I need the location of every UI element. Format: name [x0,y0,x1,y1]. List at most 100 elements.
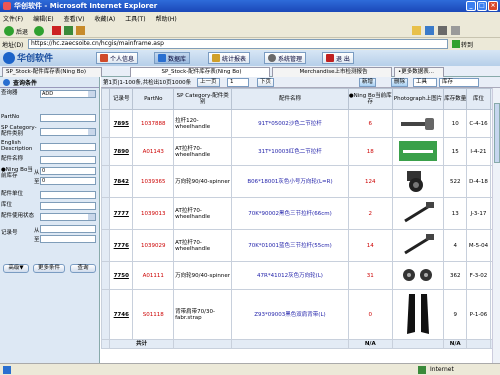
back-label[interactable]: 后退 [16,27,28,36]
part-photo[interactable] [399,265,437,287]
print-icon[interactable] [451,26,460,35]
table-row[interactable]: 7750 A01111 万向轮90/40-spinner 47R*41012灰色万向轮… [100,261,500,290]
part-photo[interactable] [398,140,437,163]
part-name: 70K*90002黑色三节拉杆(66cm) [231,197,349,230]
partno-input[interactable] [40,114,96,122]
category-select[interactable] [40,128,96,136]
nav-logout[interactable]: 退 出 [322,52,354,64]
column-header[interactable]: PartNo [132,88,175,110]
prev-page-button[interactable]: 上一页 [197,78,220,87]
refresh-icon[interactable] [64,26,73,35]
favorites-icon[interactable] [412,26,421,35]
browser-window: 华创软件 - Microsoft Internet Explorer _ □ ×… [0,0,500,375]
column-header[interactable]: 库存数量 [443,88,468,110]
column-header[interactable]: 配件名称 [231,88,349,110]
ningbo-to-input[interactable]: 0 [40,177,96,185]
home-icon[interactable] [76,26,85,35]
delete-button[interactable]: 删除 [391,78,409,87]
tab-merchandise[interactable]: Merchandise上市检测报告 [272,67,392,77]
part-photo[interactable] [399,113,437,135]
part-photo[interactable] [399,292,437,338]
category: AT拉杆70-wheelhandle [173,137,233,166]
menu-view[interactable]: 查看(V) [64,14,85,23]
table-row[interactable]: 7842 1039365 万向轮90/40-spinner B06*18001灰色小号… [100,165,500,198]
page-select[interactable]: 1 [227,78,249,87]
part-photo[interactable] [399,233,437,259]
record-id[interactable]: 7750 [109,261,134,290]
ie-toolbar: 后退 [0,24,500,38]
new-button[interactable]: 新增 [359,78,377,87]
record-to-input[interactable] [40,235,96,243]
nav-database[interactable]: 数据库 [154,52,191,64]
column-header[interactable]: 库位 [466,88,491,110]
forward-icon[interactable] [34,26,45,36]
next-page-button[interactable]: 下页 [257,78,275,87]
row-checkbox [100,109,111,138]
nav-reports[interactable]: 统计报表 [208,52,251,64]
category: AT拉杆70-wheelhandle [173,229,233,262]
ningbo-from-input[interactable]: 0 [40,167,96,175]
close-button[interactable]: × [488,1,498,11]
menu-favorites[interactable]: 收藏(A) [94,14,115,23]
unit-input[interactable] [40,191,96,199]
tab-stock[interactable]: SP_Stock-配件库存表(Ning Bo) [130,67,270,77]
maximize-button[interactable]: □ [477,1,487,11]
db-select[interactable]: ADD [40,90,96,98]
vertical-scrollbar[interactable] [492,88,500,363]
tools-select[interactable]: 工具 [413,78,437,87]
record-from-input[interactable] [40,225,96,233]
database-icon [158,54,166,62]
tab-more[interactable]: •更多数据表... [394,67,444,77]
from-label: 从 [34,228,40,234]
english-desc-input[interactable] [40,143,96,151]
table-row[interactable]: 7895 1037888 拉杆120-wheelhandle 91T*05002沙色二… [100,109,500,138]
media-icon[interactable] [425,26,434,35]
stop-icon[interactable] [52,26,61,35]
record-id[interactable]: 7895 [109,109,134,138]
table-row[interactable]: 7776 1039029 AT拉杆70-wheelhandle 70K*01001蓝色… [100,229,500,262]
table-row[interactable]: 7890 A01143 AT拉杆70-wheelhandle 31T*10003红色二… [100,137,500,166]
status-select[interactable] [40,213,96,221]
record-id[interactable]: 7890 [109,137,134,166]
column-header[interactable]: ●Ning Bo当前库存 [347,88,393,110]
query-panel: 查询条件 查询器 ADD PartNo SP Category-配件类别 Eng… [0,77,100,363]
photo-cell [391,229,445,262]
record-id[interactable]: 7842 [109,165,134,198]
category: AT拉杆70-wheelhandle [173,197,233,230]
table-row[interactable]: 7777 1039013 AT拉杆70-wheelhandle 70K*90002黑色… [100,197,500,230]
location: P-1-06 [466,289,491,340]
nav-system[interactable]: 系统管理 [264,52,307,64]
column-header[interactable]: Photograph上图片 [391,88,445,110]
mail-icon[interactable] [438,26,447,35]
location: M-5-04 [466,229,491,262]
menu-file[interactable]: 文件(F) [3,14,23,23]
menu-help[interactable]: 帮助(H) [156,14,177,23]
part-photo[interactable] [399,169,437,195]
part-name-input[interactable] [40,156,96,164]
status-bar: Internet [0,363,500,375]
record-id[interactable]: 7746 [109,289,134,340]
collapse-icon[interactable] [3,78,10,86]
address-input[interactable]: https://hc.zaecsoite.cn/hcgis/mainframe.… [28,39,448,49]
part-photo[interactable] [399,201,437,227]
table-row[interactable]: 7746 S01118 背带肩带70/30-fabr.strap Z93*09003黑… [100,289,500,340]
db-label: 查询器 [1,90,18,96]
tab-stock-left[interactable]: SP_Stock-配件库存表(Ning Bo) [2,67,102,77]
go-button[interactable]: 转到 [452,39,478,49]
minimize-button[interactable]: _ [466,1,476,11]
record-id[interactable]: 7776 [109,229,134,262]
scrollbar-thumb[interactable] [494,103,500,163]
more-conditions-button[interactable]: 更多条件 [33,264,65,273]
menu-tools[interactable]: 工具(T) [125,14,145,23]
advanced-button[interactable]: 高级▼ [3,264,29,273]
column-header[interactable]: 记录号 [109,88,134,110]
back-icon[interactable] [4,26,14,36]
record-id[interactable]: 7777 [109,197,134,230]
column-header[interactable]: SP Category-配件类别 [173,88,233,110]
nav-personal-info[interactable]: 个人信息 [96,52,139,64]
location-input[interactable] [40,202,96,210]
menu-edit[interactable]: 编辑(E) [33,14,53,23]
library-select[interactable]: 库存 [439,78,479,87]
grid-footer-row: 共计 N/A N/A [100,339,500,349]
search-button[interactable]: 查询 [70,264,96,273]
